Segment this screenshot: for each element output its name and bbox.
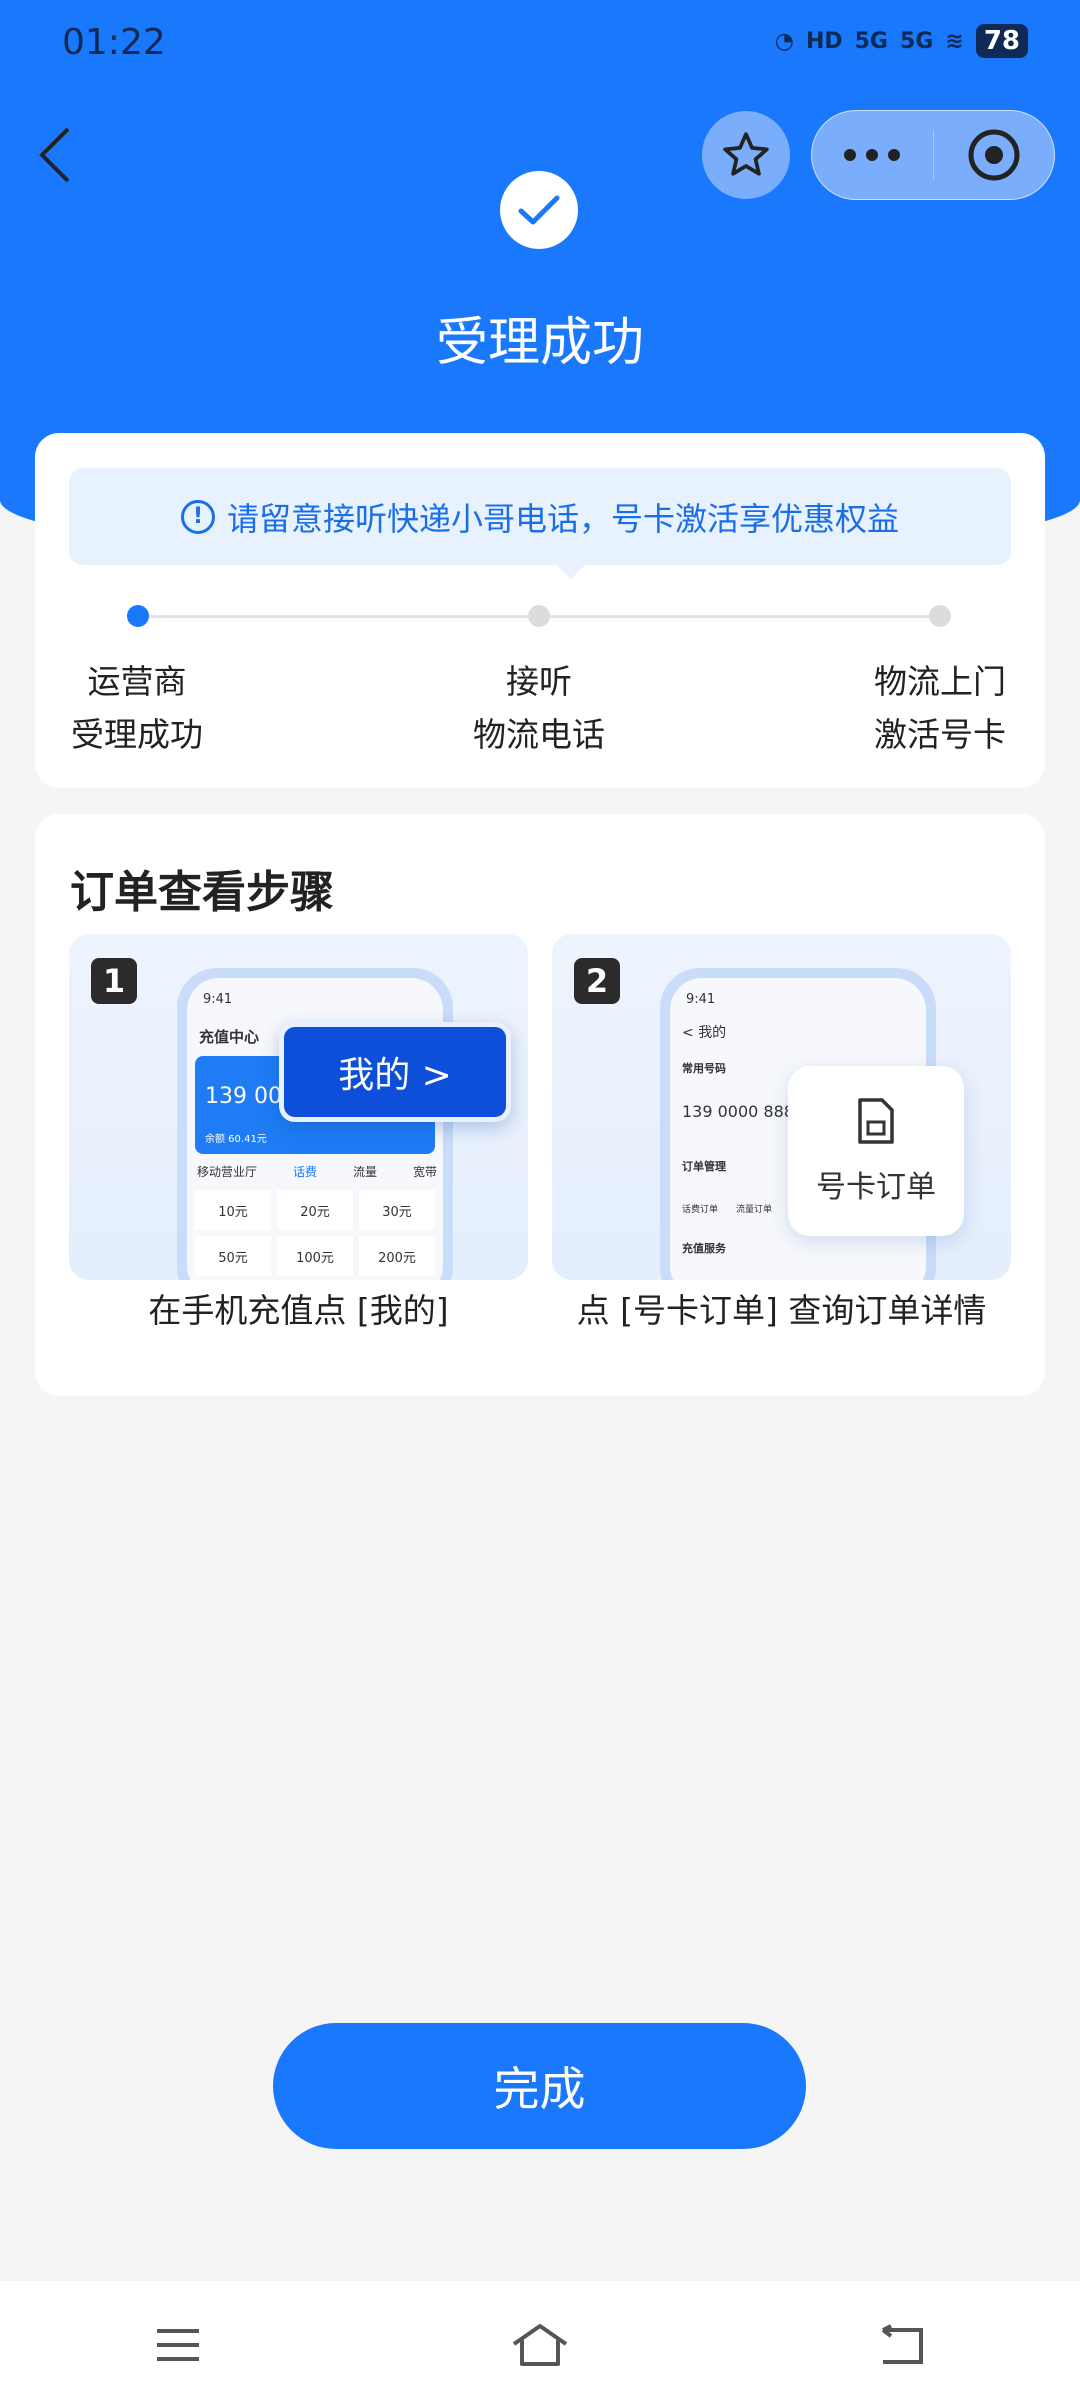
check-icon xyxy=(518,195,560,225)
menu-icon[interactable] xyxy=(153,2325,203,2365)
back-button[interactable] xyxy=(36,125,76,185)
mock-amount: 50元 xyxy=(195,1236,271,1276)
step-dot xyxy=(528,605,550,627)
step-number: 2 xyxy=(574,958,620,1004)
mock-tab: 宽带 xyxy=(412,1165,437,1179)
step-1-caption: 在手机充值点 [我的] xyxy=(148,1291,449,1330)
success-badge xyxy=(500,171,578,249)
info-icon: ! xyxy=(180,499,215,534)
step-2-image: 2 9:41 < 我的 常用号码 139 0000 8888 订单管理 话费订单… xyxy=(552,934,1011,1280)
close-mini-program-button[interactable] xyxy=(934,111,1055,199)
mini-program-capsule xyxy=(811,110,1055,200)
hd-icon: HD xyxy=(805,28,843,54)
phone-mockup: 9:41 充值中心 139 0000 余额 60.41元 移动营业厅 话费 流量 宽带… xyxy=(177,968,453,1280)
mock-tab: 流量 xyxy=(352,1165,377,1179)
sim-order-callout: 号卡订单 xyxy=(788,1066,964,1236)
mine-callout: 我的 > xyxy=(279,1022,511,1122)
mock-phone: 139 0000 8888 xyxy=(682,1102,805,1121)
mock-section: 常用号码 xyxy=(682,1062,726,1075)
mock-title: 充值中心 xyxy=(199,1028,260,1046)
page-title: 受理成功 xyxy=(435,313,644,373)
mock-balance: 余额 60.41元 xyxy=(205,1134,267,1145)
step-2-caption: 点 [号卡订单] 查询订单详情 xyxy=(576,1291,987,1330)
mock-order: 流量订单 xyxy=(736,1205,773,1215)
mock-tabs: 移动营业厅 话费 流量 宽带 xyxy=(197,1163,437,1180)
speed-icon: ◔ xyxy=(774,28,794,54)
step-label-1: 运营商 受理成功 xyxy=(71,662,203,754)
favorite-button[interactable] xyxy=(702,111,790,199)
step-dot xyxy=(929,605,951,627)
mock-section: 订单管理 xyxy=(682,1160,726,1173)
home-icon[interactable] xyxy=(510,2322,570,2368)
star-icon xyxy=(723,132,769,176)
signal-icon-2: 5G xyxy=(900,28,934,54)
back-nav-icon[interactable] xyxy=(877,2323,927,2366)
mock-tab: 话费 xyxy=(292,1165,317,1179)
mock-amount: 30元 xyxy=(359,1190,435,1230)
notice-text: 请留意接听快递小哥电话，号卡激活享优惠权益 xyxy=(226,499,899,538)
step-1-image: 1 9:41 充值中心 139 0000 余额 60.41元 移动营业厅 话费 流量… xyxy=(69,934,528,1280)
mock-title-row: < 我的 xyxy=(682,1025,727,1041)
step-label-3: 物流上门 激活号卡 xyxy=(874,662,1006,754)
callout-label: 号卡订单 xyxy=(816,1170,936,1205)
guide-title: 订单查看步骤 xyxy=(70,867,334,918)
signal-icon-1: 5G xyxy=(854,28,888,54)
mock-section: 充值服务 xyxy=(682,1242,726,1255)
battery-icon: 78 xyxy=(975,24,1028,58)
status-time: 01:22 xyxy=(62,22,166,63)
more-icon xyxy=(844,149,901,161)
mock-tab: 移动营业厅 xyxy=(197,1165,258,1179)
mock-amount: 200元 xyxy=(359,1236,435,1276)
step-dot-active xyxy=(127,605,149,627)
status-icons: ◔ HD 5G 5G ≋ 78 xyxy=(775,24,1028,58)
mock-amounts: 10元 20元 30元 50元 100元 200元 xyxy=(195,1190,435,1276)
more-button[interactable] xyxy=(812,111,933,199)
step-number: 1 xyxy=(91,958,137,1004)
target-icon xyxy=(968,129,1020,181)
notice-banner: ! 请留意接听快递小哥电话，号卡激活享优惠权益 xyxy=(69,468,1011,579)
sim-card-icon xyxy=(858,1098,894,1144)
done-button[interactable]: 完成 xyxy=(273,2023,806,2149)
progress-card: ! 请留意接听快递小哥电话，号卡激活享优惠权益 运营商 受理成功 接听 物流电话 物… xyxy=(35,433,1045,788)
guide-card: 订单查看步骤 1 9:41 充值中心 139 0000 余额 60.41元 移动… xyxy=(35,814,1045,1396)
mock-time: 9:41 xyxy=(203,992,233,1007)
back-icon xyxy=(39,127,70,183)
mock-order: 话费订单 xyxy=(682,1205,719,1215)
mock-title: 我的 xyxy=(698,1025,727,1041)
mock-amount: 100元 xyxy=(277,1236,353,1276)
mock-amount: 10元 xyxy=(195,1190,271,1230)
wifi-icon: ≋ xyxy=(945,28,964,54)
mock-amount: 20元 xyxy=(277,1190,353,1230)
step-label-2: 接听 物流电话 xyxy=(473,662,605,754)
mock-orders: 话费订单 流量订单 xyxy=(682,1202,772,1215)
system-nav-bar xyxy=(0,2281,1080,2408)
mock-time: 9:41 xyxy=(686,992,716,1007)
